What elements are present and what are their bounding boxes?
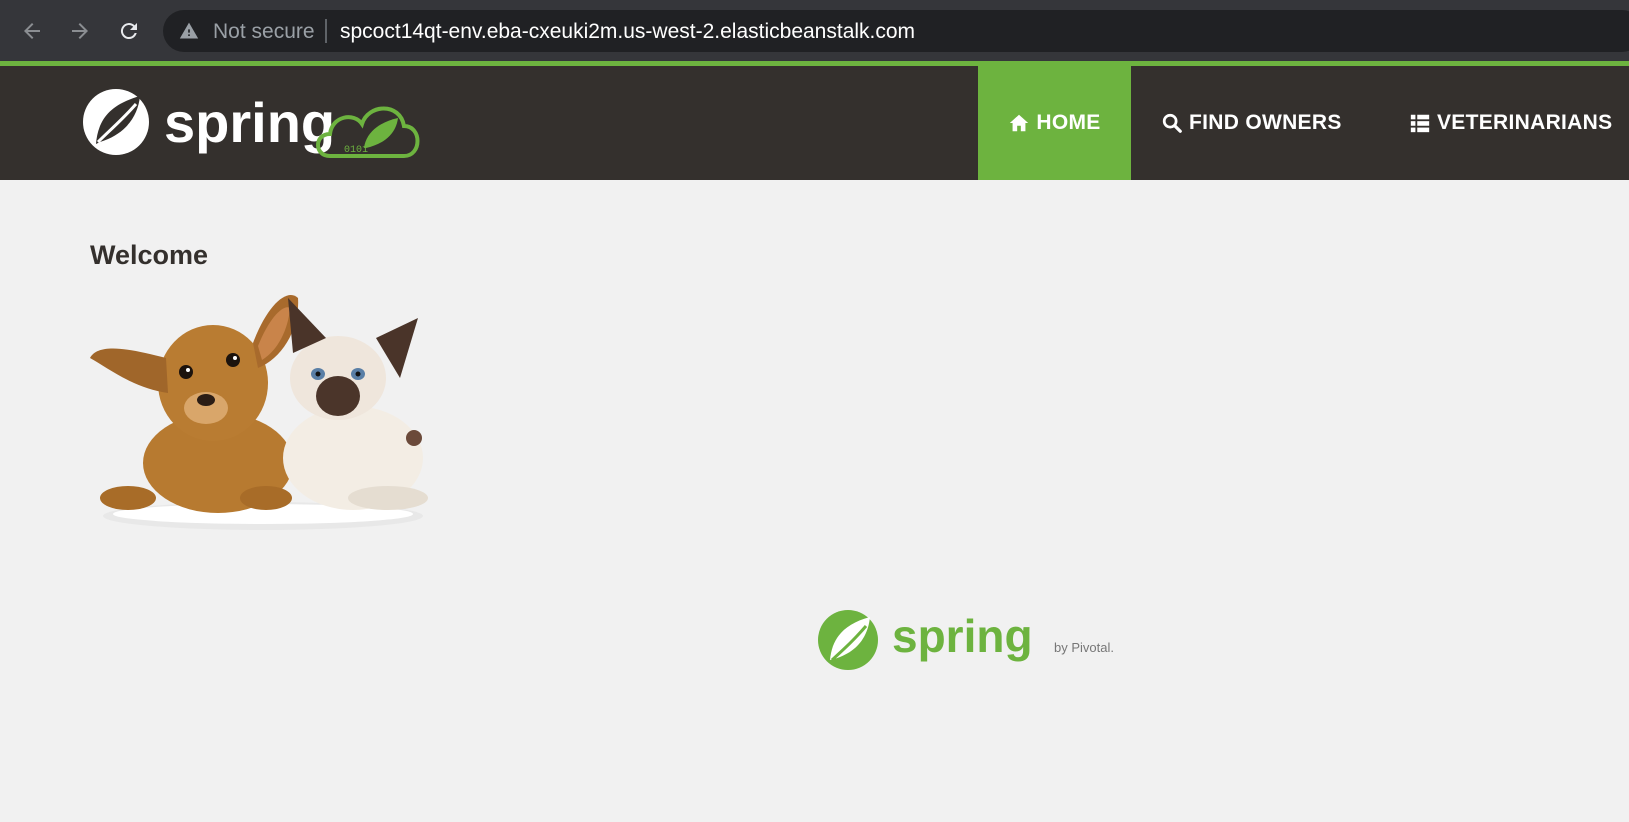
forward-arrow-icon[interactable] xyxy=(61,12,99,50)
svg-text:spring: spring xyxy=(164,91,335,154)
spring-petclinic-logo[interactable]: spring 0101 xyxy=(82,82,428,162)
back-arrow-icon[interactable] xyxy=(13,12,51,50)
nav-veterinarians[interactable]: VETERINARIANS xyxy=(1409,66,1612,180)
page-title: Welcome xyxy=(90,240,209,270)
nav-find-owners-label: FIND OWNERS xyxy=(1189,111,1342,134)
warning-icon xyxy=(179,21,199,46)
footer-logo-text: spring xyxy=(892,610,1033,662)
address-bar[interactable]: Not secure spcoct14qt-env.eba-cxeuki2m.u… xyxy=(163,10,1629,52)
footer-logo-byline: by Pivotal. xyxy=(1054,640,1114,655)
list-icon xyxy=(1409,112,1431,134)
search-icon xyxy=(1161,112,1183,134)
home-icon xyxy=(1008,112,1030,134)
nav-find-owners[interactable]: FIND OWNERS xyxy=(1161,66,1342,180)
nav-home[interactable]: HOME xyxy=(978,66,1131,180)
browser-toolbar: Not secure spcoct14qt-env.eba-cxeuki2m.u… xyxy=(0,0,1629,61)
spring-by-pivotal-logo: spring by Pivotal. xyxy=(818,610,1114,670)
omnibox-divider xyxy=(325,19,327,43)
svg-text:0101: 0101 xyxy=(344,145,368,156)
pets-image xyxy=(90,295,428,530)
reload-icon[interactable] xyxy=(110,12,148,50)
nav-veterinarians-label: VETERINARIANS xyxy=(1437,111,1613,134)
security-label[interactable]: Not secure xyxy=(213,20,315,44)
nav-home-label: HOME xyxy=(1036,111,1101,134)
navbar: spring 0101 HOME FIND OWNERS VETERINARIA… xyxy=(0,66,1629,180)
url-text[interactable]: spcoct14qt-env.eba-cxeuki2m.us-west-2.el… xyxy=(340,20,915,44)
